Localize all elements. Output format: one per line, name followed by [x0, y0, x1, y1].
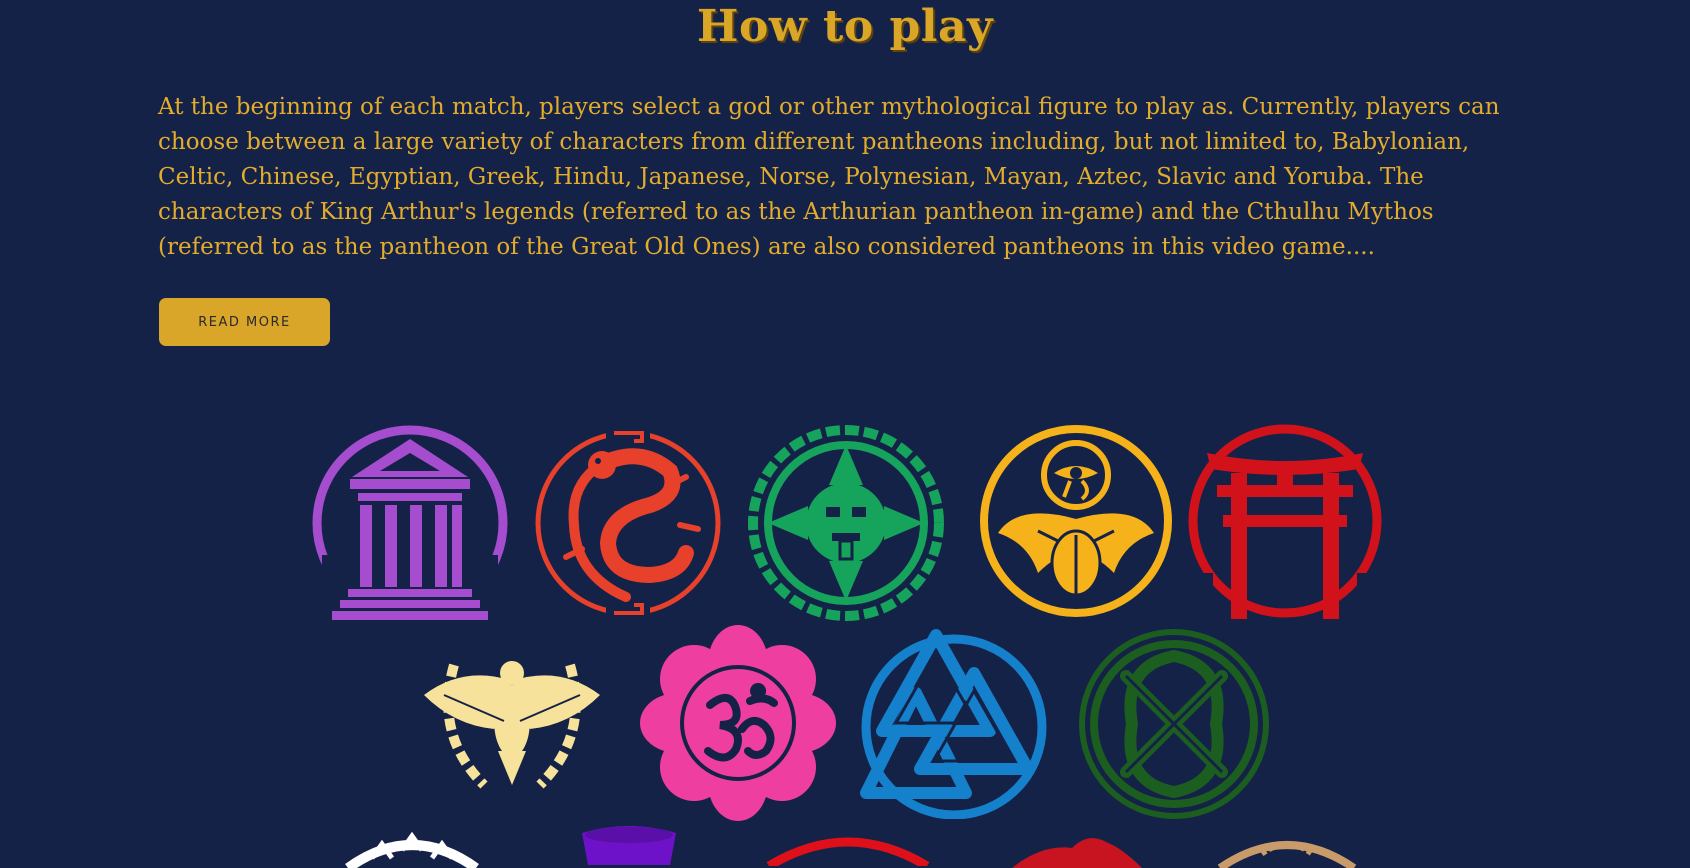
section-description: At the beginning of each match, players … [158, 94, 1500, 260]
voodoo-icon[interactable] [342, 828, 482, 868]
egyptian-scarab-icon[interactable] [978, 423, 1174, 619]
purple-emblem-icon[interactable] [574, 825, 684, 865]
norse-valknut-icon[interactable] [856, 623, 1052, 819]
mayan-sun-icon[interactable] [748, 425, 944, 621]
roman-eagle-icon[interactable] [414, 625, 610, 821]
tan-emblem-icon[interactable] [1212, 828, 1362, 868]
read-more-button[interactable]: READ MORE [159, 298, 330, 346]
red-emblem-icon[interactable] [763, 826, 933, 866]
chinese-dragon-icon[interactable] [530, 425, 726, 621]
celtic-knot-icon[interactable] [1076, 626, 1272, 822]
japanese-torii-icon[interactable] [1187, 423, 1383, 619]
greek-temple-icon[interactable] [312, 425, 508, 621]
red-bird-icon[interactable] [1002, 828, 1152, 868]
hindu-om-lotus-icon[interactable] [640, 625, 836, 821]
section-title: How to play [696, 1, 994, 52]
